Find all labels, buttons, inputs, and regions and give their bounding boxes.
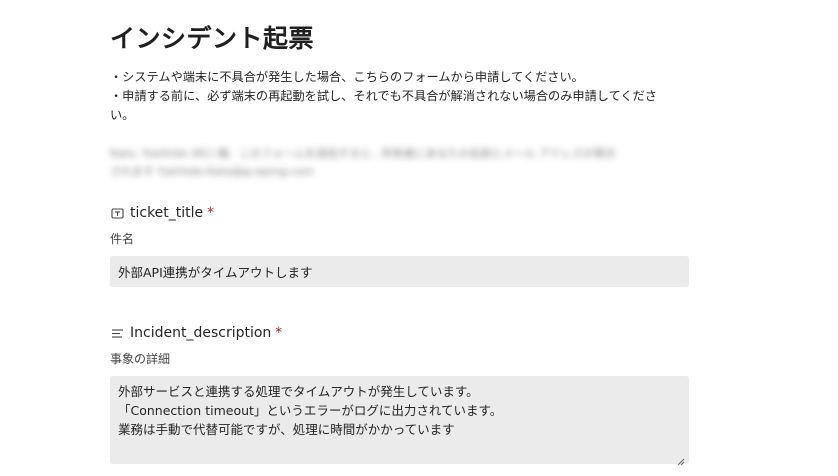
question-incident-description: Incident_description * 事象の詳細 外部サービスと連携する… bbox=[110, 323, 690, 466]
description-line: ・システムや端末に不具合が発生した場合、こちらのフォームから申請してください。 bbox=[110, 70, 584, 84]
input-value: 外部API連携がタイムアウトします bbox=[118, 265, 313, 280]
textarea-line: 「Connection timeout」というエラーがログに出力されています。 bbox=[118, 403, 503, 418]
question-header: Incident_description * bbox=[110, 323, 690, 343]
question-label: ticket_title bbox=[130, 205, 204, 221]
description-line: ・申請する前に、必ず端末の再起動を試し、それでも不具合が解消されない場合のみ申請… bbox=[110, 89, 657, 103]
description-line: い。 bbox=[110, 108, 135, 122]
question-label: Incident_description bbox=[130, 325, 272, 341]
textarea-line: 業務は手動で代替可能ですが、処理に時間がかかっています bbox=[118, 422, 455, 437]
question-subtitle: 件名 bbox=[110, 232, 135, 246]
resize-handle-icon[interactable] bbox=[677, 452, 685, 466]
text-field-icon bbox=[110, 206, 124, 220]
notice-line: Kato, Yukihide (KC) 様、このフォームを送信すると、所有者にあ… bbox=[110, 147, 617, 160]
question-subtitle: 事象の詳細 bbox=[110, 352, 171, 366]
question-header: ticket_title * bbox=[110, 203, 690, 223]
form-container: インシデント起票 ・システムや端末に不具合が発生した場合、こちらのフォームから申… bbox=[110, 22, 690, 466]
form-title: インシデント起票 bbox=[110, 24, 315, 53]
incident-description-textarea[interactable]: 外部サービスと連携する処理でタイムアウトが発生しています。 「Connectio… bbox=[110, 376, 689, 466]
question-ticket-title: ticket_title * 件名 外部API連携がタイムアウトします bbox=[110, 203, 690, 287]
required-mark: * bbox=[275, 325, 283, 341]
notice-line: されます Yukihide.Kato@jp.kpmg.com bbox=[110, 165, 315, 178]
long-text-icon bbox=[110, 326, 124, 340]
required-mark: * bbox=[207, 205, 215, 221]
respondent-notice: Kato, Yukihide (KC) 様、このフォームを送信すると、所有者にあ… bbox=[110, 145, 690, 181]
ticket-title-input[interactable]: 外部API連携がタイムアウトします bbox=[110, 256, 689, 287]
form-description: ・システムや端末に不具合が発生した場合、こちらのフォームから申請してください。 … bbox=[110, 68, 690, 125]
textarea-line: 外部サービスと連携する処理でタイムアウトが発生しています。 bbox=[118, 384, 479, 399]
